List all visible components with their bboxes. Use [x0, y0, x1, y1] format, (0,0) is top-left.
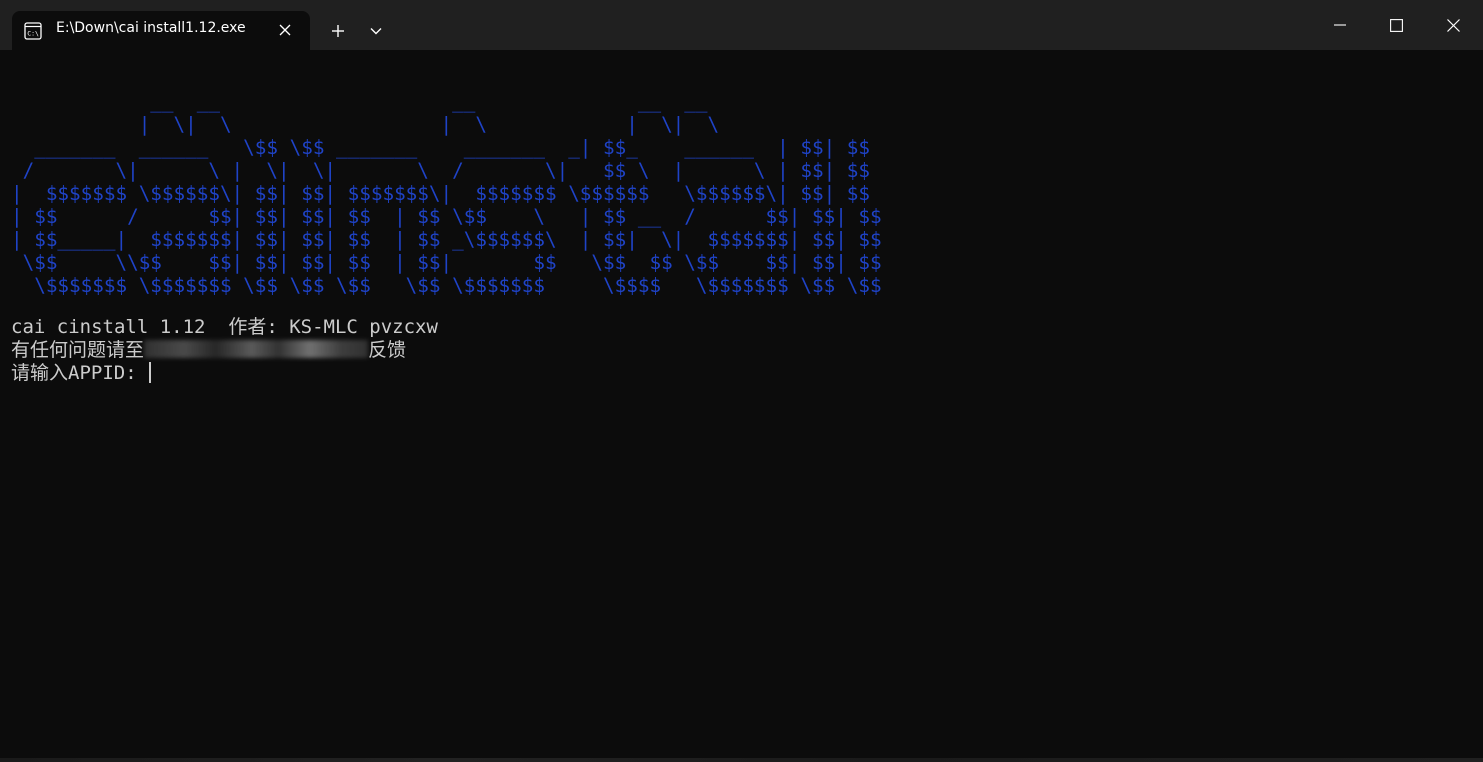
minimize-button[interactable]: [1312, 0, 1368, 50]
tab-close-button[interactable]: [275, 20, 295, 40]
appid-prompt-line[interactable]: 请输入APPID:: [11, 362, 152, 385]
feedback-suffix: 反馈: [368, 339, 407, 361]
ascii-art-banner: __ __ __ __ __ | \| \ | \ | \| \ _______…: [11, 90, 882, 297]
terminal-icon: C:\: [24, 22, 42, 40]
version-line: cai cinstall 1.12 作者: KS-MLC pvzcxw: [11, 316, 438, 338]
tab-title: E:\Down\cai install1.12.exe: [56, 20, 246, 36]
redacted-contact: [144, 340, 369, 358]
feedback-line: 有任何问题请至 反馈: [11, 339, 406, 362]
tab-active[interactable]: C:\ E:\Down\cai install1.12.exe: [12, 11, 310, 50]
svg-text:C:\: C:\: [27, 30, 39, 38]
maximize-button[interactable]: [1368, 0, 1424, 50]
title-bar[interactable]: C:\ E:\Down\cai install1.12.exe: [0, 0, 1483, 50]
maximize-icon: [1389, 18, 1403, 32]
feedback-prefix: 有任何问题请至: [11, 339, 145, 361]
terminal-window: C:\ E:\Down\cai install1.12.exe __ __ __…: [0, 0, 1483, 762]
new-tab-button[interactable]: [322, 15, 354, 47]
close-icon: [1447, 18, 1460, 32]
close-icon: [279, 24, 291, 36]
tab-dropdown-button[interactable]: [360, 15, 392, 47]
bottom-edge: [0, 758, 1483, 762]
plus-icon: [332, 25, 344, 37]
text-cursor[interactable]: [149, 362, 152, 383]
minimize-icon: [1334, 24, 1346, 26]
chevron-down-icon: [370, 28, 382, 35]
appid-prompt: 请输入APPID:: [11, 362, 149, 384]
terminal-output[interactable]: __ __ __ __ __ | \| \ | \ | \| \ _______…: [0, 50, 1483, 762]
window-close-button[interactable]: [1424, 0, 1483, 50]
